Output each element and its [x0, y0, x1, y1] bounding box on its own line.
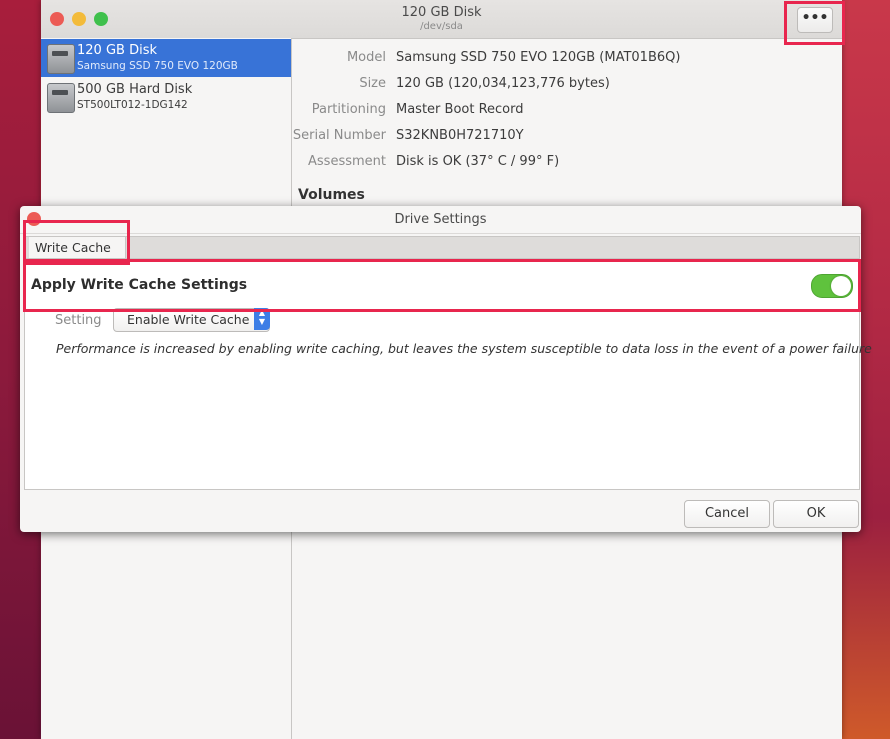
- dialog-titlebar: Drive Settings: [20, 206, 861, 234]
- window-subtitle: /dev/sda: [420, 21, 463, 32]
- write-cache-setting-select[interactable]: Enable Write Cache ▲ ▼: [113, 308, 270, 332]
- apply-write-cache-toggle[interactable]: [811, 274, 853, 298]
- dialog-tabbar: Write Cache: [24, 236, 860, 259]
- cancel-button[interactable]: Cancel: [684, 500, 770, 528]
- detail-label: Serial Number: [292, 128, 386, 143]
- detail-label: Partitioning: [311, 102, 386, 117]
- toggle-knob: [831, 276, 851, 296]
- ok-button[interactable]: OK: [773, 500, 859, 528]
- detail-label: Size: [359, 76, 386, 91]
- disk-name: 120 GB Disk: [77, 43, 157, 58]
- detail-value: 120 GB (120,034,123,776 bytes): [396, 76, 610, 91]
- window-title: 120 GB Disk: [401, 5, 482, 20]
- hard-drive-icon: [47, 83, 75, 113]
- disk-item-500gb[interactable]: 500 GB Hard Disk ST500LT012-1DG142: [41, 78, 291, 116]
- detail-value: S32KNB0H721710Y: [396, 128, 524, 143]
- detail-row-model: Model Samsung SSD 750 EVO 120GB (MAT01B6…: [292, 48, 842, 70]
- titlebar: 120 GB Disk /dev/sda •••: [41, 0, 842, 39]
- detail-value: Master Boot Record: [396, 102, 524, 117]
- tab-write-cache[interactable]: Write Cache: [29, 237, 126, 259]
- setting-label: Setting: [55, 313, 102, 328]
- dialog-title: Drive Settings: [394, 212, 487, 227]
- drive-settings-dialog: Drive Settings Write Cache Apply Write C…: [20, 206, 872, 532]
- drive-options-menu-button[interactable]: •••: [797, 7, 833, 33]
- detail-row-serial: Serial Number S32KNB0H721710Y: [292, 126, 842, 148]
- write-cache-description: Performance is increased by enabling wri…: [56, 341, 872, 356]
- disk-detail: Samsung SSD 750 EVO 120GB: [77, 60, 238, 72]
- disk-item-120gb[interactable]: 120 GB Disk Samsung SSD 750 EVO 120GB: [41, 39, 291, 77]
- disk-detail: ST500LT012-1DG142: [77, 99, 188, 111]
- chevron-up-down-icon: ▲ ▼: [254, 308, 270, 330]
- apply-write-cache-label: Apply Write Cache Settings: [31, 277, 248, 293]
- detail-row-size: Size 120 GB (120,034,123,776 bytes): [292, 74, 842, 96]
- detail-label: Assessment: [308, 154, 386, 169]
- detail-row-partitioning: Partitioning Master Boot Record: [292, 100, 842, 122]
- volumes-heading: Volumes: [298, 187, 365, 203]
- detail-value: Disk is OK (37° C / 99° F): [396, 154, 560, 169]
- setting-select-value: Enable Write Cache: [127, 312, 250, 327]
- detail-value: Samsung SSD 750 EVO 120GB (MAT01B6Q): [396, 50, 681, 65]
- detail-label: Model: [346, 50, 386, 65]
- write-cache-panel: Apply Write Cache Settings Setting Enabl…: [24, 258, 872, 490]
- disk-name: 500 GB Hard Disk: [77, 82, 193, 97]
- detail-row-assessment: Assessment Disk is OK (37° C / 99° F): [292, 152, 842, 174]
- hard-drive-icon: [47, 44, 75, 74]
